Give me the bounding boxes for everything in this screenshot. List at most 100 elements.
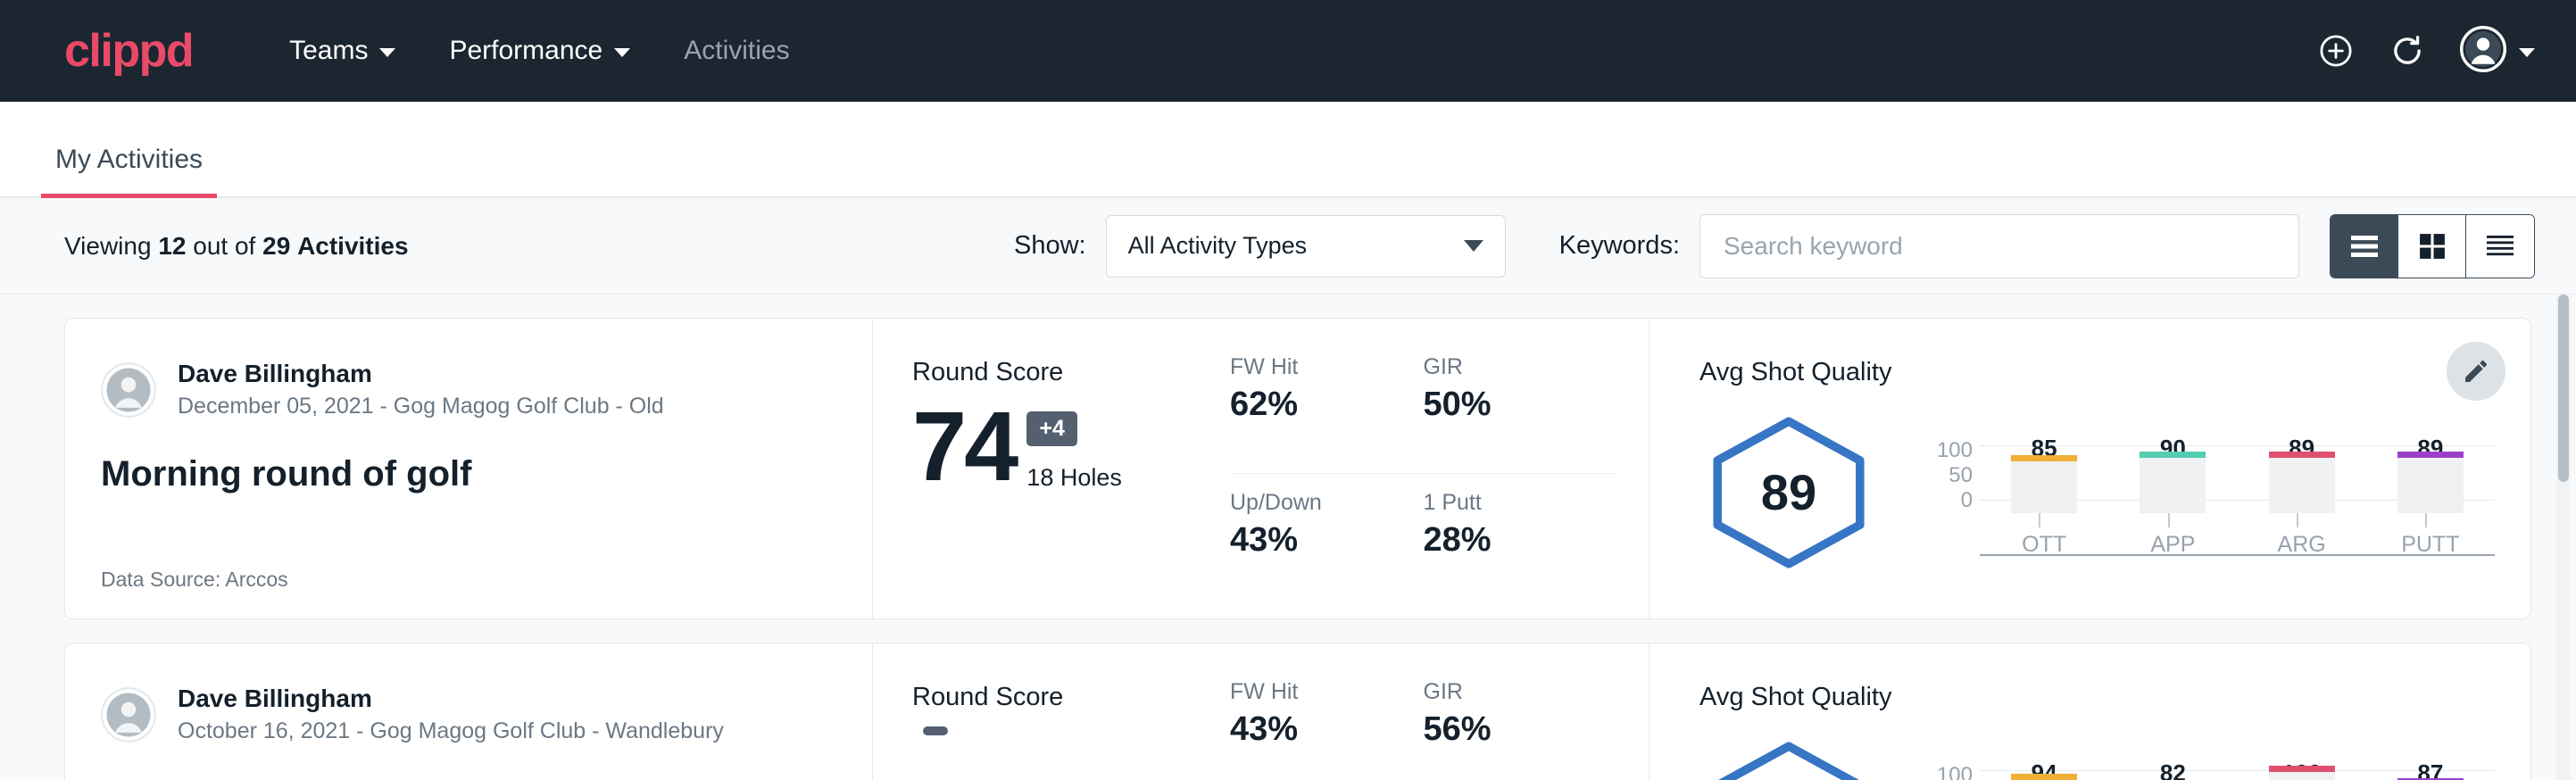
tab-label: My Activities <box>55 145 203 174</box>
round-score-side: +4 18 Holes <box>1026 411 1122 492</box>
quality-body: 100 50 0 94 82 <box>1699 718 2495 780</box>
bar-value: 87 <box>2417 759 2443 780</box>
viewing-mid: out of <box>193 232 255 260</box>
avg-shot-quality-block: Avg Shot Quality 100 50 0 <box>1649 643 2530 780</box>
quality-body: 89 100 50 0 85 <box>1699 393 2495 592</box>
stat-label: Up/Down <box>1230 490 1399 516</box>
holes-played: 18 Holes <box>1026 464 1122 492</box>
activity-meta: October 16, 2021 - Gog Magog Golf Club -… <box>178 717 724 747</box>
viewing-prefix: Viewing <box>64 232 152 260</box>
round-score-label: Round Score <box>912 358 1230 387</box>
stat-fw-hit: FW Hit 62% <box>1230 354 1424 474</box>
stat-label: GIR <box>1424 354 1592 380</box>
keywords-label: Keywords: <box>1559 231 1680 261</box>
avatar <box>101 362 156 418</box>
pencil-icon <box>2462 357 2490 386</box>
activity-card[interactable]: Dave Billingham October 16, 2021 - Gog M… <box>64 643 2531 780</box>
bar-ott: 94 <box>2011 763 2077 780</box>
activity-type-value: All Activity Types <box>1128 232 1308 260</box>
viewing-count-text: Viewing 12 out of 29 Activities <box>64 232 409 261</box>
bar-app: 90 <box>2140 438 2206 513</box>
shot-quality-chart: 100 50 0 94 82 <box>1878 747 2495 780</box>
x-label: OTT <box>2011 532 2077 558</box>
stat-value: 43% <box>1230 710 1399 749</box>
filter-bar: Viewing 12 out of 29 Activities Show: Al… <box>0 198 2576 295</box>
chart-x-labels: OTT APP ARG PUTT <box>1980 532 2495 558</box>
main-nav: Teams Performance Activities <box>262 27 816 75</box>
stat-gir: GIR 56% <box>1424 679 1617 780</box>
x-label: ARG <box>2269 532 2335 558</box>
viewing-suffix: Activities <box>297 232 409 260</box>
stat-one-putt: 1 Putt 28% <box>1424 490 1617 593</box>
view-mode-compact[interactable] <box>2466 215 2534 278</box>
round-score-block: Round Score <box>873 643 1230 780</box>
round-score-label: Round Score <box>912 683 1230 712</box>
bar-putt: 87 <box>2397 763 2464 780</box>
quality-hexagon <box>1699 739 1878 780</box>
hexagon-shape <box>1704 739 1874 780</box>
edit-activity-button[interactable] <box>2447 342 2505 401</box>
nav-item-performance[interactable]: Performance <box>422 27 657 75</box>
stat-fw-hit: FW Hit 43% <box>1230 679 1424 780</box>
activity-summary: Dave Billingham December 05, 2021 - Gog … <box>65 319 873 618</box>
list-view-icon <box>2347 233 2381 260</box>
round-score-value: 74 <box>912 402 1016 492</box>
chart-bars: 85 90 89 89 <box>1980 438 2495 513</box>
compact-view-icon <box>2484 233 2516 260</box>
tab-bar: My Activities <box>0 102 2576 198</box>
filter-controls: Show: All Activity Types Keywords: <box>1014 214 2535 278</box>
y-tick: 0 <box>1930 488 1973 513</box>
chevron-down-icon <box>1464 240 1483 252</box>
chevron-down-icon <box>614 48 630 57</box>
chevron-down-icon <box>379 48 395 57</box>
nav-item-activities[interactable]: Activities <box>657 27 816 75</box>
round-score-row <box>912 726 1230 753</box>
stat-value: 43% <box>1230 521 1399 560</box>
activity-list[interactable]: Dave Billingham December 05, 2021 - Gog … <box>0 295 2576 780</box>
user-menu[interactable] <box>2460 26 2535 77</box>
header-actions <box>2317 26 2535 77</box>
nav-item-label: Activities <box>684 36 789 66</box>
avg-shot-quality-label: Avg Shot Quality <box>1699 358 2495 387</box>
activity-title: Morning round of golf <box>101 454 836 494</box>
avg-shot-quality-value: 89 <box>1761 463 1816 521</box>
refresh-icon[interactable] <box>2389 32 2426 70</box>
score-differential-badge <box>923 726 948 735</box>
round-stats: FW Hit 62% GIR 50% Up/Down 43% 1 Putt 28… <box>1230 319 1649 618</box>
activity-author: Dave Billingham December 05, 2021 - Gog … <box>101 358 836 422</box>
search-input[interactable] <box>1699 214 2299 278</box>
avatar-icon <box>2460 26 2506 77</box>
app-header: clippd Teams Performance Activities <box>0 0 2576 102</box>
chart-plot: 85 90 89 89 <box>1980 422 2495 563</box>
nav-item-teams[interactable]: Teams <box>262 27 422 75</box>
bar-app: 82 <box>2140 763 2206 780</box>
nav-item-label: Performance <box>449 36 602 66</box>
activity-author: Dave Billingham October 16, 2021 - Gog M… <box>101 683 836 747</box>
avg-shot-quality-label: Avg Shot Quality <box>1699 683 2495 712</box>
stat-label: FW Hit <box>1230 354 1399 380</box>
view-mode-list[interactable] <box>2331 215 2398 278</box>
view-mode-grid[interactable] <box>2398 215 2466 278</box>
round-stats: FW Hit 43% GIR 56% <box>1230 643 1649 780</box>
author-name: Dave Billingham <box>178 683 724 714</box>
author-block: Dave Billingham October 16, 2021 - Gog M… <box>178 683 724 747</box>
scrollbar-thumb[interactable] <box>2558 295 2569 482</box>
grid-view-icon <box>2417 231 2447 261</box>
stat-label: FW Hit <box>1230 679 1399 705</box>
avatar <box>101 687 156 743</box>
clippd-logo[interactable]: clippd <box>64 28 193 74</box>
chart-y-axis: 100 50 0 <box>1930 747 1980 780</box>
avg-shot-quality-block: Avg Shot Quality 89 100 50 0 <box>1649 319 2530 618</box>
tab-my-activities[interactable]: My Activities <box>41 145 217 196</box>
page-scrollbar[interactable] <box>2556 295 2571 780</box>
y-tick: 100 <box>1930 438 1973 463</box>
plus-circle-icon[interactable] <box>2317 32 2355 70</box>
y-tick: 100 <box>1930 763 1973 780</box>
activity-type-select[interactable]: All Activity Types <box>1106 215 1506 278</box>
quality-hexagon: 89 <box>1699 414 1878 571</box>
author-block: Dave Billingham December 05, 2021 - Gog … <box>178 358 664 422</box>
shot-quality-chart: 100 50 0 85 <box>1878 422 2495 563</box>
x-label: APP <box>2140 532 2206 558</box>
activity-card[interactable]: Dave Billingham December 05, 2021 - Gog … <box>64 318 2531 619</box>
chart-y-axis: 100 50 0 <box>1930 422 1980 563</box>
